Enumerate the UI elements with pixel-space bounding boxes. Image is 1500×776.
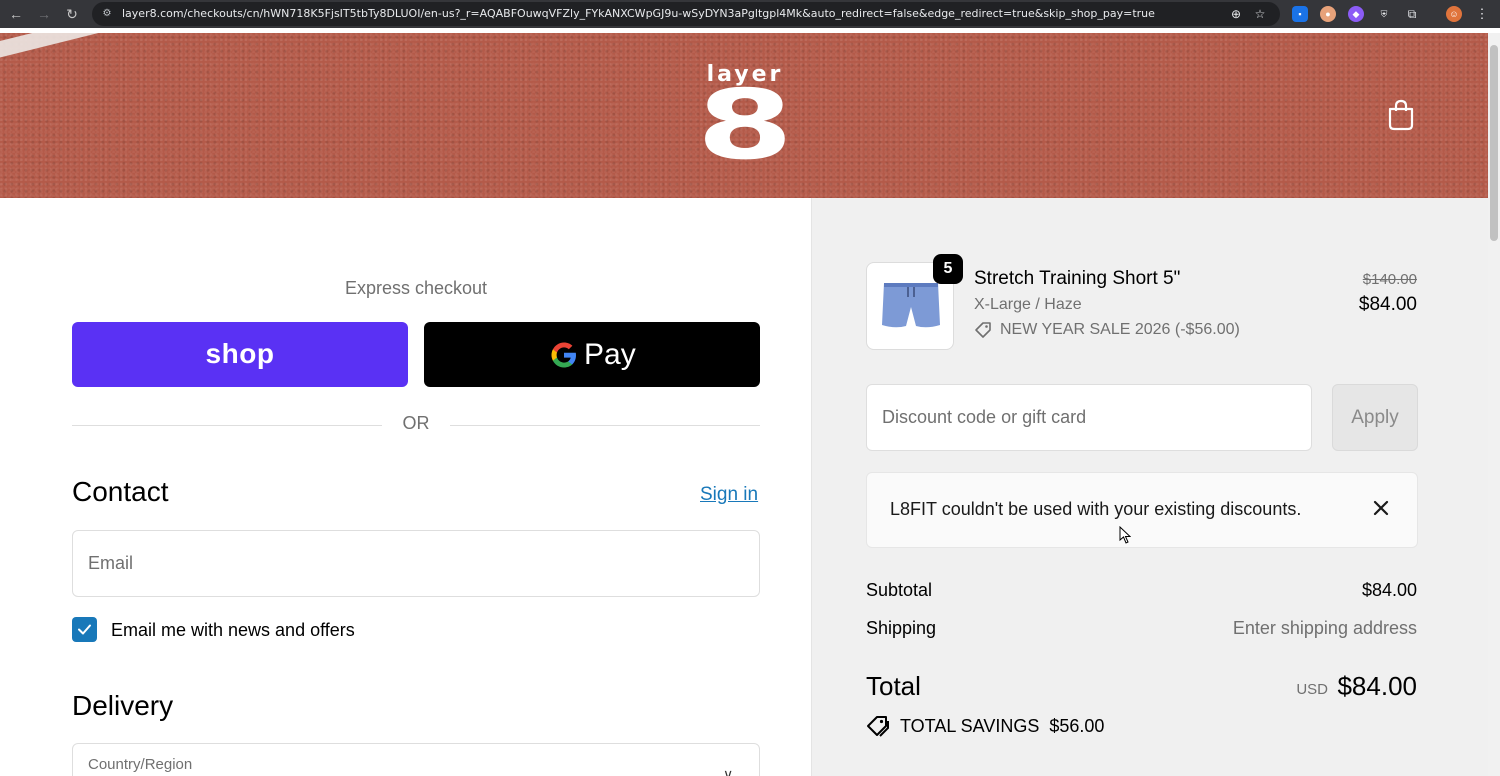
google-pay-label: Pay: [584, 338, 636, 371]
google-pay-button[interactable]: Pay: [424, 322, 760, 387]
item-price: $84.00: [1358, 294, 1417, 315]
or-label: OR: [402, 413, 430, 433]
close-icon[interactable]: [1370, 497, 1392, 519]
delivery-heading: Delivery: [72, 690, 174, 721]
newsletter-checkbox[interactable]: [72, 617, 97, 642]
product-variant: X-Large / Haze: [974, 296, 1082, 313]
extension-purple-icon[interactable]: ◆: [1348, 6, 1364, 22]
savings-label: TOTAL SAVINGS: [900, 715, 1040, 736]
chevron-down-icon: ∨: [723, 766, 734, 776]
logo-mark: 8: [696, 69, 794, 181]
sign-in-link[interactable]: Sign in: [700, 484, 758, 506]
address-bar[interactable]: ⚙ layer8.com/checkouts/cn/hWN718K5FjsIT5…: [92, 2, 1280, 26]
google-g-icon: [551, 342, 576, 368]
total-label: Total: [866, 671, 921, 701]
extensions-icon[interactable]: ⧉: [1404, 6, 1420, 22]
apply-button[interactable]: Apply: [1332, 384, 1418, 451]
zoom-icon[interactable]: ⊕: [1228, 6, 1244, 22]
total-savings: TOTAL SAVINGS $56.00: [866, 715, 1104, 737]
scrollbar-thumb[interactable]: [1490, 45, 1498, 241]
total-value: $84.00: [1337, 671, 1417, 701]
browser-toolbar: ← → ↻ ⚙ layer8.com/checkouts/cn/hWN718K5…: [0, 0, 1500, 28]
country-select[interactable]: Country/Region ∨: [72, 743, 760, 776]
url-text[interactable]: layer8.com/checkouts/cn/hWN718K5FjsIT5tb…: [122, 7, 1212, 20]
tag-icon: [975, 322, 991, 338]
savings-value: $56.00: [1049, 715, 1105, 736]
profile-avatar-icon[interactable]: ☺: [1446, 6, 1462, 22]
product-discount: NEW YEAR SALE 2026 (-$56.00): [974, 321, 1240, 339]
express-checkout-title: Express checkout: [344, 278, 488, 298]
newsletter-label[interactable]: Email me with news and offers: [111, 620, 355, 641]
extension-folder-icon[interactable]: ▪: [1292, 6, 1308, 22]
page-scrollbar[interactable]: [1488, 33, 1500, 776]
layer8-logo[interactable]: layer 8: [684, 64, 806, 174]
contact-heading: Contact: [72, 476, 169, 507]
total-currency: USD: [1296, 681, 1328, 698]
notice-text: L8FIT couldn't be used with your existin…: [890, 499, 1302, 519]
discount-code-input[interactable]: Discount code or gift card: [866, 384, 1312, 451]
site-info-icon[interactable]: ⚙: [100, 7, 114, 21]
tag-icon: [867, 716, 889, 737]
or-divider: OR: [72, 413, 760, 437]
mouse-cursor-icon: [1119, 526, 1131, 544]
checkout-form: Express checkout shop Pay OR Contact Sig…: [0, 198, 811, 776]
subtotal-value: $84.00: [1361, 580, 1417, 600]
order-summary: 5 Stretch Training Short 5" X-Large / Ha…: [811, 198, 1488, 776]
shield-icon[interactable]: ⛨: [1376, 6, 1392, 22]
original-price: $140.00: [1362, 271, 1417, 288]
back-icon[interactable]: ←: [6, 4, 26, 24]
track-lane-line: [0, 33, 314, 67]
subtotal-label: Subtotal: [866, 580, 933, 600]
extension-face-icon[interactable]: ●: [1320, 6, 1336, 22]
bookmark-star-icon[interactable]: ☆: [1252, 6, 1268, 22]
shipping-label: Shipping: [866, 618, 937, 638]
quantity-badge: 5: [933, 254, 963, 284]
menu-icon[interactable]: ⋮: [1474, 6, 1490, 22]
product-discount-text: NEW YEAR SALE 2026 (-$56.00): [1000, 321, 1240, 338]
country-label: Country/Region: [88, 756, 193, 773]
header-banner: layer 8: [0, 33, 1488, 198]
shop-pay-button[interactable]: shop: [72, 322, 408, 387]
product-name: Stretch Training Short 5": [974, 268, 1181, 289]
reload-icon[interactable]: ↻: [62, 4, 82, 24]
email-field[interactable]: Email: [72, 530, 760, 597]
checkmark-icon: [78, 624, 91, 635]
shopping-bag-icon[interactable]: [1386, 99, 1416, 131]
divider-line: [450, 425, 760, 426]
shipping-value: Enter shipping address: [1232, 618, 1417, 638]
forward-icon[interactable]: →: [34, 4, 54, 24]
discount-error-notice: L8FIT couldn't be used with your existin…: [866, 472, 1418, 548]
